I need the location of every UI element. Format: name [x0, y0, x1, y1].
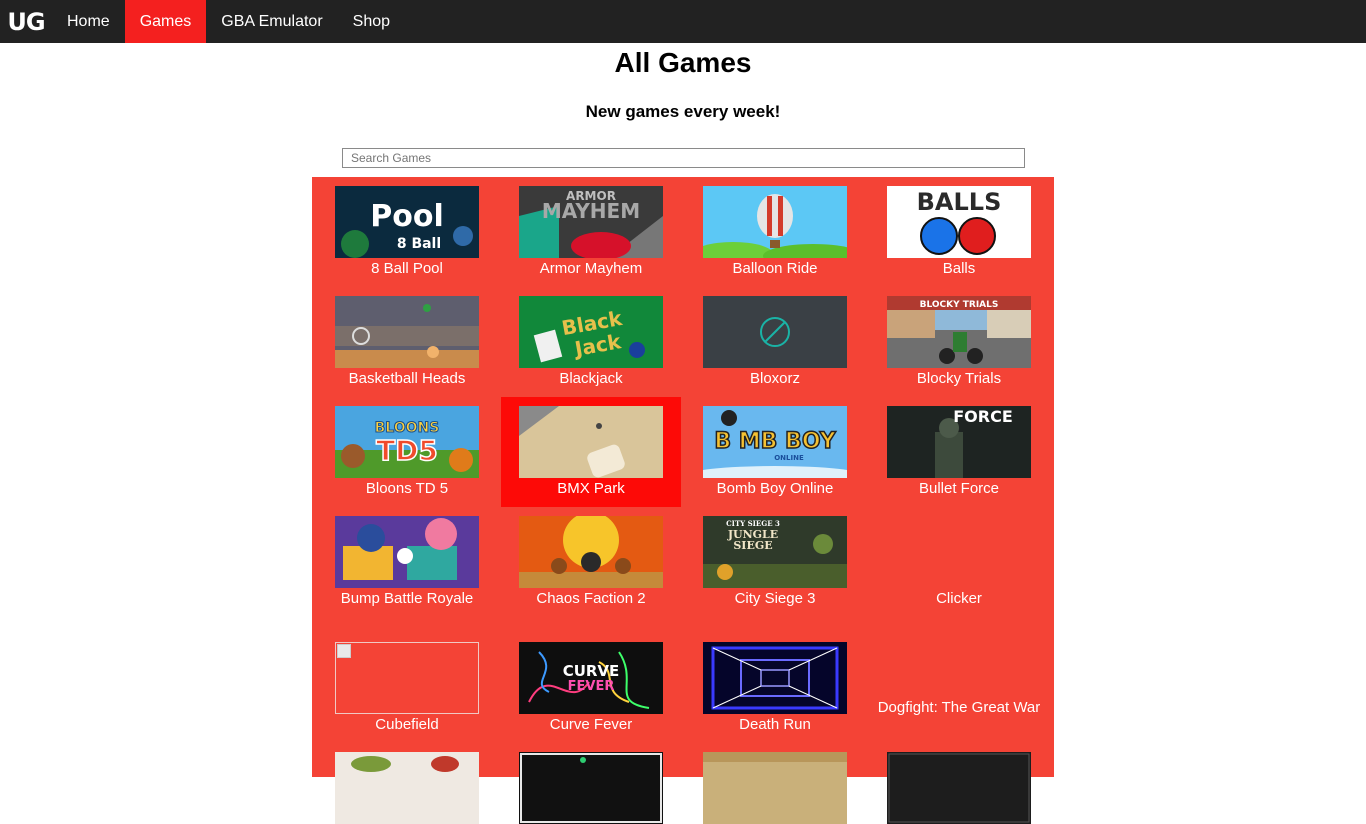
game-thumbnail: BALLS [887, 186, 1031, 258]
game-tile-chaos-faction-2[interactable]: Chaos Faction 2 [501, 507, 681, 633]
game-thumbnail [519, 406, 663, 478]
game-title: 8 Ball Pool [371, 260, 443, 277]
game-title: BMX Park [557, 480, 625, 497]
game-title: Curve Fever [549, 716, 633, 733]
nav-shop[interactable]: Shop [338, 0, 405, 43]
thumb-text: 8 Ball [397, 236, 441, 252]
game-thumbnail: CURVE FEVER [519, 642, 663, 714]
game-title: Blackjack [559, 370, 623, 387]
thumb-text: CURVE [563, 662, 620, 680]
game-title: Blocky Trials [916, 370, 1002, 387]
thumb-text: CITY SIEGE 3 [726, 519, 780, 528]
game-title: Bloxorz [749, 370, 801, 387]
game-tile-bomb-boy-online[interactable]: B MB BOY ONLINE Bomb Boy Online [685, 397, 865, 507]
game-title: Death Run [739, 716, 811, 733]
game-title: Bomb Boy Online [716, 480, 834, 497]
thumb-text: ONLINE [774, 454, 804, 462]
game-title: Balloon Ride [732, 260, 818, 277]
game-tile-armor-mayhem[interactable]: ARMOR MAYHEM Armor Mayhem [501, 177, 681, 287]
game-title: Basketball Heads [348, 370, 466, 387]
game-title: Bump Battle Royale [340, 590, 474, 607]
game-tile-bullet-force[interactable]: FORCE Bullet Force [869, 397, 1049, 507]
game-tile-bump-battle-royale[interactable]: Bump Battle Royale [317, 507, 497, 633]
game-tile-clicker[interactable]: Clicker [869, 507, 1049, 633]
thumb-text: B MB BOY [714, 429, 836, 454]
game-thumbnail [887, 752, 1031, 824]
top-navbar: UG Home Games GBA Emulator Shop [0, 0, 1366, 43]
nav-home[interactable]: Home [52, 0, 125, 43]
thumb-text: BLOCKY TRIALS [920, 300, 999, 310]
game-thumbnail [335, 516, 479, 588]
games-grid: Pool 8 Ball 8 Ball Pool ARMOR MAYHEM Arm… [312, 177, 1054, 824]
game-thumbnail [703, 752, 847, 824]
game-title: Armor Mayhem [539, 260, 643, 277]
game-tile-balloon-ride[interactable]: Balloon Ride [685, 177, 865, 287]
game-thumbnail: Black Jack [519, 296, 663, 368]
site-logo[interactable]: UG [0, 0, 52, 43]
game-thumbnail: BLOONS TD5 [335, 406, 479, 478]
game-tile-city-siege-3[interactable]: CITY SIEGE 3 JUNGLE SIEGE City Siege 3 [685, 507, 865, 633]
thumb-text: FORCE [953, 407, 1013, 426]
game-tile-curve-fever[interactable]: CURVE FEVER Curve Fever [501, 633, 681, 743]
game-tile[interactable] [317, 743, 497, 824]
search-games-input[interactable] [342, 148, 1025, 168]
game-tile-dogfight-the-great-war[interactable]: Dogfight: The Great War [869, 633, 1049, 759]
broken-image-icon [335, 642, 479, 714]
game-tile-cubefield[interactable]: Cubefield [317, 633, 497, 743]
game-tile-basketball-heads[interactable]: Basketball Heads [317, 287, 497, 397]
game-tile-blackjack[interactable]: Black Jack Blackjack [501, 287, 681, 397]
thumb-text: TD5 [376, 434, 438, 467]
game-tile-bloons-td-5[interactable]: BLOONS TD5 Bloons TD 5 [317, 397, 497, 507]
game-thumbnail: B MB BOY ONLINE [703, 406, 847, 478]
game-tile[interactable] [869, 743, 1049, 824]
game-tile-death-run[interactable]: Death Run [685, 633, 865, 743]
game-thumbnail: FORCE [887, 406, 1031, 478]
game-tile-blocky-trials[interactable]: BLOCKY TRIALS Blocky Trials [869, 287, 1049, 397]
game-thumbnail: CITY SIEGE 3 JUNGLE SIEGE [703, 516, 847, 588]
thumb-text: SIEGE [733, 539, 772, 552]
game-thumbnail [335, 752, 479, 824]
game-thumbnail [335, 296, 479, 368]
game-thumbnail [519, 752, 663, 824]
game-title: Cubefield [375, 716, 439, 733]
game-title: Bloons TD 5 [365, 480, 449, 497]
nav-gba-emulator[interactable]: GBA Emulator [206, 0, 337, 43]
game-title: Chaos Faction 2 [536, 590, 646, 607]
thumb-text: BALLS [917, 188, 1002, 216]
game-tile[interactable] [685, 743, 865, 824]
game-thumbnail: Pool 8 Ball [335, 186, 479, 258]
game-title: Bullet Force [918, 480, 1000, 497]
page-subtitle: New games every week! [585, 102, 781, 121]
game-tile-bloxorz[interactable]: Bloxorz [685, 287, 865, 397]
game-thumbnail [519, 516, 663, 588]
game-tile[interactable] [501, 743, 681, 824]
game-thumbnail: ARMOR MAYHEM [519, 186, 663, 258]
game-title: Balls [942, 260, 976, 277]
game-thumbnail [703, 642, 847, 714]
thumb-text: FEVER [568, 679, 615, 694]
game-thumbnail: BLOCKY TRIALS [887, 296, 1031, 368]
thumb-text: Pool [370, 199, 444, 234]
game-title: Dogfight: The Great War [877, 699, 1041, 716]
game-title: City Siege 3 [734, 590, 816, 607]
game-thumbnail [703, 186, 847, 258]
game-tile-bmx-park[interactable]: BMX Park [501, 397, 681, 507]
thumb-text: MAYHEM [542, 199, 640, 223]
page-title: All Games [614, 47, 752, 78]
nav-games[interactable]: Games [124, 0, 207, 43]
game-title: Clicker [936, 590, 982, 607]
game-tile-balls[interactable]: BALLS Balls [869, 177, 1049, 287]
game-tile-8-ball-pool[interactable]: Pool 8 Ball 8 Ball Pool [317, 177, 497, 287]
game-thumbnail [703, 296, 847, 368]
